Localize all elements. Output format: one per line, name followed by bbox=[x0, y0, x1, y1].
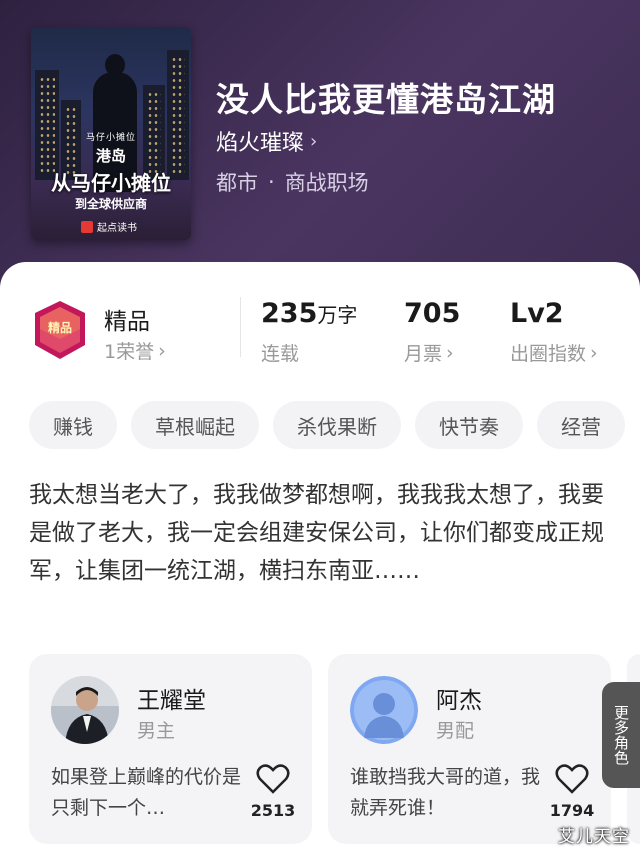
book-cover[interactable]: 马仔小摊位 港岛 从马仔小摊位 到全球供应商 起点读书 bbox=[31, 27, 191, 240]
more-roles-label: 更多角色 bbox=[612, 705, 630, 765]
character-avatar bbox=[350, 676, 418, 744]
character-role: 男主 bbox=[137, 720, 176, 742]
popularity-level: Lv2 bbox=[510, 298, 564, 329]
publisher-logo-icon bbox=[81, 220, 93, 233]
svg-text:精品: 精品 bbox=[48, 320, 72, 335]
quality-label: 精品 bbox=[104, 309, 150, 335]
book-intro[interactable]: 我太想当老大了，我我做梦都想啊，我我我太想了，我要是做了老大，我一定会组建安保公… bbox=[29, 476, 609, 590]
character-avatar bbox=[51, 676, 119, 744]
genre-main[interactable]: 都市 bbox=[216, 167, 258, 197]
cover-small-text: 马仔小摊位 bbox=[85, 133, 136, 143]
watermark: 艾儿天空 bbox=[558, 827, 630, 847]
tag-chip[interactable]: 经营 bbox=[537, 401, 625, 449]
tag-chip[interactable]: 快节奏 bbox=[415, 401, 523, 449]
tag-chip[interactable]: 草根崛起 bbox=[131, 401, 259, 449]
like-count: 1794 bbox=[549, 801, 595, 820]
author-link[interactable]: 焰火璀璨 › bbox=[216, 125, 317, 157]
character-name: 阿杰 bbox=[436, 688, 482, 714]
book-detail-card: 精品 精品 1荣誉 › 235万字 连载 705 月票 › Lv2 出圈指数 › 赚钱… bbox=[0, 262, 640, 857]
genre-separator: · bbox=[268, 170, 275, 194]
tag-chip[interactable]: 杀伐果断 bbox=[273, 401, 401, 449]
character-card[interactable]: 阿杰 男配 谁敢挡我大哥的道，我就弄死谁！ 1794 bbox=[328, 654, 611, 844]
divider bbox=[240, 297, 241, 357]
chevron-right-icon: › bbox=[310, 130, 318, 152]
honor-link[interactable]: 1荣誉 › bbox=[104, 337, 166, 364]
like-count: 2513 bbox=[250, 801, 296, 820]
more-roles-button[interactable]: 更多角色 bbox=[602, 682, 640, 788]
character-quote: 谁敢挡我大哥的道，我就弄死谁！ bbox=[350, 766, 541, 819]
book-header: 马仔小摊位 港岛 从马仔小摊位 到全球供应商 起点读书 没人比我更懂港岛江湖 焰… bbox=[0, 0, 640, 300]
chevron-right-icon: › bbox=[158, 339, 166, 362]
cover-line1: 港岛 bbox=[95, 147, 126, 165]
character-quote: 如果登上巅峰的代价是只剩下一个… bbox=[51, 766, 242, 819]
monthly-tickets-count: 705 bbox=[404, 298, 461, 329]
tag-list: 赚钱 草根崛起 杀伐果断 快节奏 经营 bbox=[29, 401, 625, 449]
character-role: 男配 bbox=[436, 720, 475, 742]
character-card[interactable]: 王耀堂 男主 如果登上巅峰的代价是只剩下一个… 2513 bbox=[29, 654, 312, 844]
book-title: 没人比我更懂港岛江湖 bbox=[216, 80, 556, 119]
monthly-tickets-link[interactable]: 月票 › bbox=[404, 339, 454, 366]
chevron-right-icon: › bbox=[590, 341, 598, 364]
popularity-index-link[interactable]: 出圈指数 › bbox=[510, 339, 598, 366]
character-name: 王耀堂 bbox=[137, 688, 206, 714]
cover-line3: 到全球供应商 bbox=[74, 197, 147, 211]
tag-chip[interactable]: 赚钱 bbox=[29, 401, 117, 449]
heart-icon[interactable] bbox=[555, 764, 589, 794]
genre-sub[interactable]: 商战职场 bbox=[285, 167, 369, 197]
cover-publisher: 起点读书 bbox=[81, 219, 137, 234]
heart-icon[interactable] bbox=[256, 764, 290, 794]
serial-status: 连载 bbox=[261, 343, 300, 365]
author-name: 焰火璀璨 bbox=[216, 131, 305, 156]
quality-badge-icon: 精品 bbox=[35, 301, 85, 359]
cover-line2: 从马仔小摊位 bbox=[51, 171, 171, 195]
genre-line: 都市 · 商战职场 bbox=[216, 167, 369, 197]
word-count: 235万字 bbox=[261, 298, 358, 329]
chevron-right-icon: › bbox=[446, 341, 454, 364]
